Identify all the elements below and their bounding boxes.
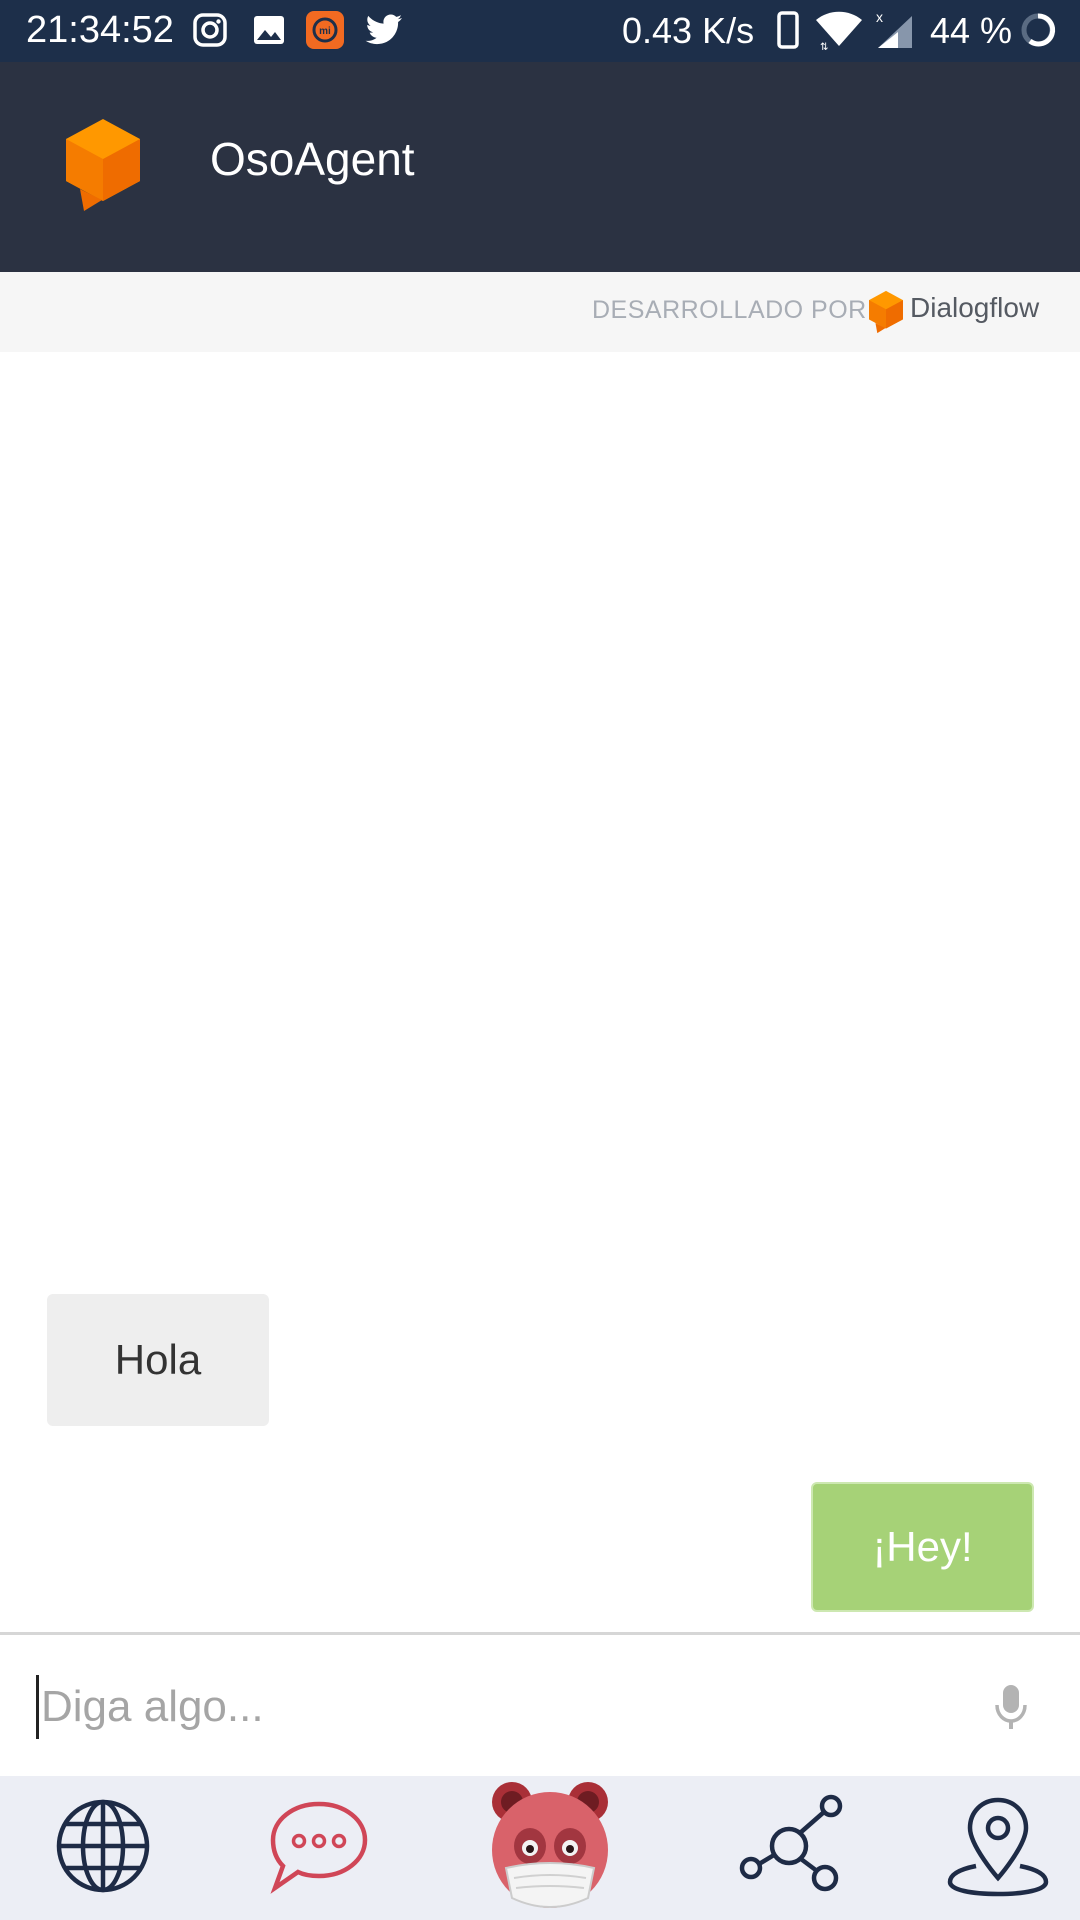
nav-item-location[interactable] xyxy=(944,1776,1052,1920)
svg-text:mi: mi xyxy=(319,26,331,37)
battery-percent: 44 % xyxy=(930,10,1013,51)
powered-by-bar: DESARROLLADO POR Dialogflow xyxy=(0,272,1080,352)
network-icon xyxy=(737,1794,845,1903)
network-speed: 0.43 K/s xyxy=(622,10,755,51)
chat-area[interactable]: Hola ¡Hey! xyxy=(0,352,1080,1632)
svg-text:⇅: ⇅ xyxy=(820,42,828,50)
powered-by-brand[interactable]: Dialogflow xyxy=(910,292,1039,324)
dialogflow-cube-icon xyxy=(64,117,142,218)
gallery-icon xyxy=(252,10,286,55)
mi-icon: mi xyxy=(305,10,345,55)
message-input[interactable] xyxy=(36,1675,936,1739)
input-bar xyxy=(0,1632,1080,1776)
app-title: OsoAgent xyxy=(210,133,415,185)
dialogflow-logo-icon xyxy=(868,290,904,339)
location-pin-icon xyxy=(946,1794,1050,1903)
nav-item-chat[interactable] xyxy=(254,1776,384,1920)
nav-item-globe[interactable] xyxy=(40,1776,166,1920)
app-bar: OsoAgent xyxy=(0,62,1080,272)
phone-icon xyxy=(776,10,800,55)
chat-bubble-icon xyxy=(267,1798,371,1899)
battery-ring-icon xyxy=(1018,10,1058,55)
message-bubble-user: Hola xyxy=(47,1294,269,1426)
nav-item-network[interactable] xyxy=(734,1776,848,1920)
signal-icon: x xyxy=(874,9,914,57)
message-bubble-agent: ¡Hey! xyxy=(811,1482,1034,1612)
instagram-icon xyxy=(192,10,228,55)
nav-item-home[interactable] xyxy=(484,1776,616,1920)
status-bar: 21:34:52 mi 0.43 K/s ⇅ x 44 % xyxy=(0,0,1080,62)
wifi-icon: ⇅ xyxy=(814,10,864,55)
status-time: 21:34:52 xyxy=(26,9,174,51)
microphone-icon[interactable] xyxy=(994,1683,1028,1736)
screen: 21:34:52 mi 0.43 K/s ⇅ x 44 % OsoAgent D… xyxy=(0,0,1080,1920)
bottom-nav xyxy=(0,1776,1080,1920)
powered-by-label: DESARROLLADO POR xyxy=(592,296,867,324)
globe-icon xyxy=(54,1797,152,1900)
bear-mask-icon xyxy=(488,1776,612,1920)
svg-text:x: x xyxy=(876,10,883,25)
twitter-icon xyxy=(364,10,404,55)
